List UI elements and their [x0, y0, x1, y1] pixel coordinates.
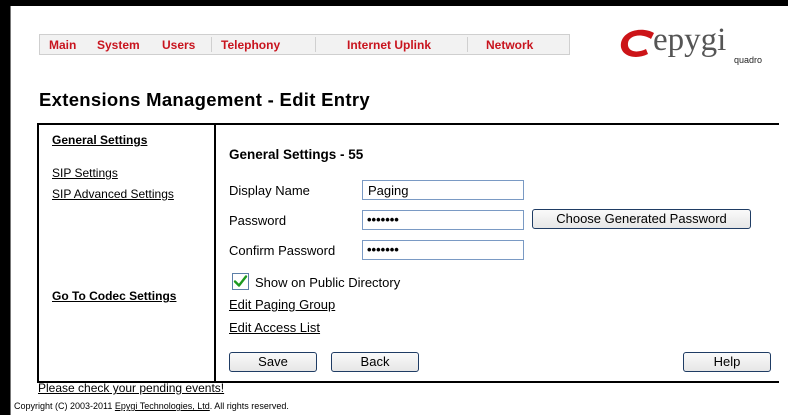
company-link[interactable]: Epygi Technologies, Ltd	[115, 401, 210, 411]
nav-users[interactable]: Users	[162, 38, 195, 52]
logo-swoosh-icon	[620, 29, 654, 57]
confirm-password-input[interactable]: •••••••	[362, 240, 524, 260]
window-frame-top	[10, 0, 788, 6]
nav-separator	[569, 37, 570, 52]
logo-subtitle: quadro	[734, 55, 763, 65]
form-heading: General Settings - 55	[229, 147, 364, 162]
help-button[interactable]: Help	[683, 352, 771, 372]
panel-divider	[214, 123, 216, 383]
window-frame-edge	[10, 6, 11, 415]
nav-main[interactable]: Main	[49, 38, 76, 52]
nav-internet-uplink[interactable]: Internet Uplink	[347, 38, 431, 52]
confirm-password-label: Confirm Password	[229, 243, 336, 258]
nav-network[interactable]: Network	[486, 38, 533, 52]
password-label: Password	[229, 213, 287, 228]
edit-access-list-link[interactable]: Edit Access List	[229, 320, 320, 335]
window-frame-left	[0, 0, 10, 415]
pending-events-link[interactable]: Please check your pending events!	[38, 381, 224, 395]
password-masked-value: •••••••	[367, 212, 399, 227]
page-title: Extensions Management - Edit Entry	[39, 89, 370, 110]
edit-paging-group-link[interactable]: Edit Paging Group	[229, 297, 335, 312]
sidebar-sip-advanced-settings[interactable]: SIP Advanced Settings	[52, 187, 174, 201]
checkmark-icon	[233, 275, 248, 287]
sidebar-general-settings[interactable]: General Settings	[52, 133, 147, 147]
public-directory-label: Show on Public Directory	[255, 275, 401, 290]
back-button[interactable]: Back	[331, 352, 419, 372]
nav-separator	[315, 37, 316, 52]
public-directory-checkbox[interactable]	[232, 273, 249, 290]
nav-system[interactable]: System	[97, 38, 140, 52]
copyright-suffix: . All rights reserved.	[209, 401, 289, 411]
save-button[interactable]: Save	[229, 352, 317, 372]
nav-separator	[467, 37, 468, 52]
main-nav-bar: Main System Users Telephony Internet Upl…	[39, 34, 570, 55]
nav-telephony[interactable]: Telephony	[221, 38, 280, 52]
copyright-notice: Copyright (C) 2003-2011 Epygi Technologi…	[14, 401, 289, 411]
copyright-prefix: Copyright (C) 2003-2011	[14, 401, 115, 411]
logo-wordmark: epygi	[653, 22, 727, 58]
display-name-input[interactable]	[362, 180, 524, 200]
password-input[interactable]: •••••••	[362, 210, 524, 230]
epygi-logo: epygi quadro	[618, 22, 768, 67]
sidebar-go-to-codec-settings[interactable]: Go To Codec Settings	[52, 289, 176, 303]
sidebar-sip-settings[interactable]: SIP Settings	[52, 166, 118, 180]
nav-separator	[211, 37, 212, 52]
confirm-password-masked-value: •••••••	[367, 242, 399, 257]
display-name-label: Display Name	[229, 183, 310, 198]
choose-generated-password-button[interactable]: Choose Generated Password	[532, 209, 751, 229]
